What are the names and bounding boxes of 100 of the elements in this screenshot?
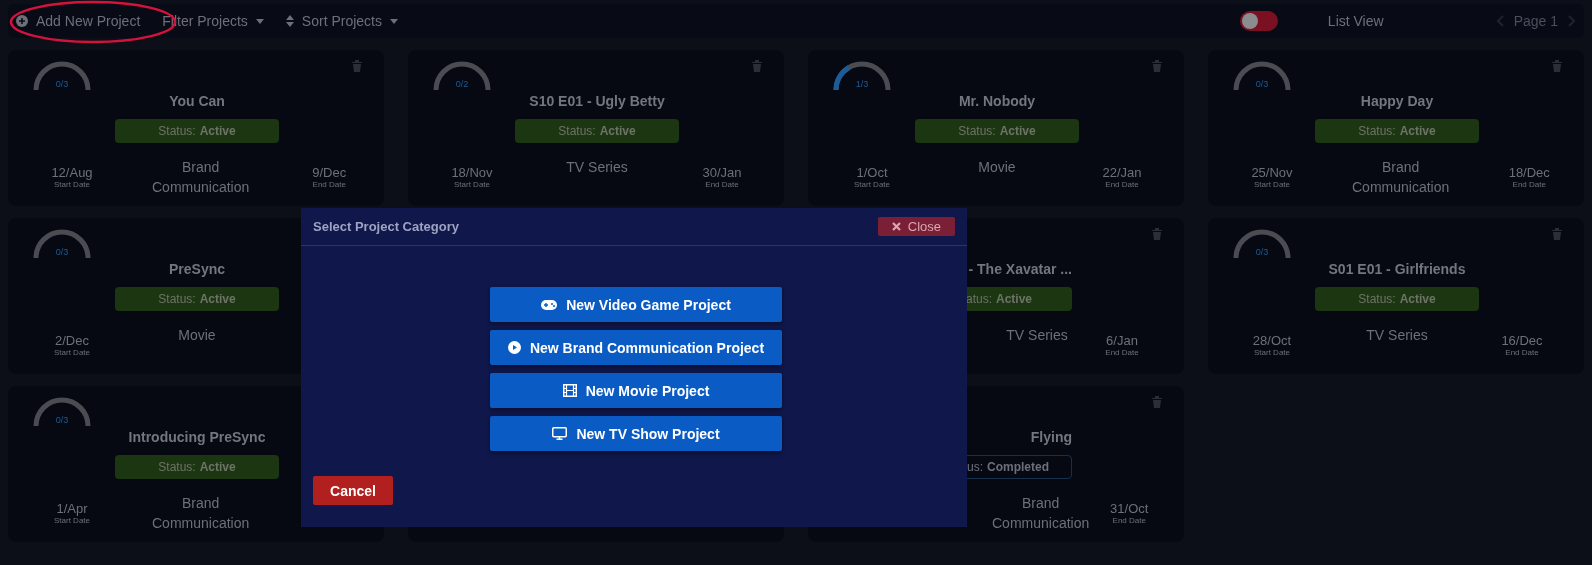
- sort-button[interactable]: Sort Projects: [285, 13, 398, 29]
- sort-icon: [285, 15, 294, 27]
- page-label: Page 1: [1513, 13, 1558, 29]
- status-badge: Status: Active: [115, 287, 279, 311]
- progress-label: 0/3: [54, 79, 70, 89]
- start-date: 25/Nov: [1251, 165, 1293, 180]
- project-category: Brand Communication: [152, 159, 250, 195]
- project-title: Flying: [1030, 429, 1072, 445]
- progress-label: 1/3: [854, 79, 870, 89]
- end-date-label: End Date: [705, 180, 739, 189]
- project-title: - The Xavatar ...: [968, 261, 1072, 277]
- end-date: 31/Oct: [1110, 501, 1149, 516]
- start-date: 18/Nov: [451, 165, 493, 180]
- project-category: Brand Communication: [152, 495, 250, 531]
- start-date-label: Start Date: [54, 348, 90, 357]
- project-category: Movie: [178, 327, 216, 343]
- end-date: 30/Jan: [702, 165, 742, 180]
- project-title: PreSync: [167, 261, 226, 277]
- start-date: 1/Oct: [856, 165, 888, 180]
- progress-label: 0/3: [1254, 79, 1270, 89]
- status-badge: Status: Active: [115, 119, 279, 143]
- status-badge: Status: Active: [1315, 119, 1479, 143]
- start-date: 28/Oct: [1252, 333, 1292, 348]
- project-category: TV Series: [566, 159, 628, 175]
- end-date-label: End Date: [312, 180, 346, 189]
- start-date: 2/Dec: [55, 333, 89, 348]
- trash-icon[interactable]: [1552, 228, 1562, 240]
- category-option-button[interactable]: New Brand Communication Project: [490, 330, 782, 365]
- status-badge: Status: Active: [515, 119, 679, 143]
- project-title: Mr. Nobody: [957, 93, 1037, 109]
- trash-icon[interactable]: [1152, 228, 1162, 240]
- end-date-label: End Date: [1105, 180, 1139, 189]
- start-date-label: Start Date: [54, 516, 90, 525]
- gamepad-icon: [541, 299, 558, 310]
- trash-icon[interactable]: [1552, 60, 1562, 72]
- status-badge: Status: Active: [115, 455, 279, 479]
- project-category: TV Series: [1366, 327, 1428, 343]
- status-badge: Status: Active: [915, 119, 1079, 143]
- caret-icon: [390, 18, 398, 24]
- end-date: 16/Dec: [1501, 333, 1543, 348]
- close-button[interactable]: Close: [877, 217, 955, 236]
- end-date-label: End Date: [1112, 516, 1146, 525]
- progress-label: 0/3: [1254, 247, 1270, 257]
- project-category: TV Series: [1006, 327, 1068, 343]
- progress-label: 0/3: [54, 415, 70, 425]
- end-date: 18/Dec: [1508, 165, 1550, 180]
- project-title: Happy Day: [1359, 93, 1435, 109]
- end-date: 6/Jan: [1106, 333, 1138, 348]
- status-badge: Status: Active: [1315, 287, 1479, 311]
- progress-gauge: [32, 60, 92, 92]
- next-page-icon[interactable]: [1568, 15, 1576, 27]
- progress-gauge: [1232, 60, 1292, 92]
- start-date-label: Start Date: [54, 180, 90, 189]
- monitor-icon: [552, 427, 568, 440]
- project-category: Brand Communication: [992, 495, 1090, 531]
- play-icon: [507, 341, 521, 354]
- project-card[interactable]: 1/3 Mr. Nobody Status: Active 1/Oct Start Date Movie 22/Jan End Date: [808, 50, 1184, 206]
- project-title: S10 E01 - Ugly Betty: [528, 93, 666, 109]
- start-date-label: Start Date: [1254, 348, 1290, 357]
- trash-icon[interactable]: [1152, 60, 1162, 72]
- category-option-button[interactable]: New TV Show Project: [490, 416, 782, 451]
- end-date: 22/Jan: [1102, 165, 1142, 180]
- project-title: You Can: [168, 93, 226, 109]
- progress-gauge: [432, 60, 492, 92]
- end-date-label: End Date: [1512, 180, 1546, 189]
- category-option-button[interactable]: New Movie Project: [490, 373, 782, 408]
- category-option-button[interactable]: New Video Game Project: [490, 287, 782, 322]
- project-card[interactable]: 0/2 S10 E01 - Ugly Betty Status: Active 18/Nov Start Date TV Series 30/Jan End Date: [408, 50, 784, 206]
- progress-gauge: [32, 228, 92, 260]
- trash-icon[interactable]: [752, 60, 762, 72]
- start-date-label: Start Date: [854, 180, 890, 189]
- project-title: S01 E01 - Girlfriends: [1327, 261, 1467, 277]
- cancel-button[interactable]: Cancel: [313, 476, 393, 505]
- project-card[interactable]: 0/3 S01 E01 - Girlfriends Status: Active 28/Oct Start Date TV Series 16/Dec End Date: [1208, 218, 1584, 374]
- project-card[interactable]: 0/3 You Can Status: Active 12/Aug Start Date Brand Communication 9/Dec End Date: [8, 50, 384, 206]
- film-icon: [562, 384, 577, 397]
- progress-gauge: [1232, 228, 1292, 260]
- project-card[interactable]: 0/3 Happy Day Status: Active 25/Nov Start Date Brand Communication 18/Dec End Date: [1208, 50, 1584, 206]
- start-date: 12/Aug: [51, 165, 93, 180]
- previous-page-icon[interactable]: [1495, 15, 1504, 27]
- list-view-toggle[interactable]: [1239, 11, 1278, 31]
- start-date: 1/Apr: [56, 501, 88, 516]
- trash-icon[interactable]: [352, 60, 362, 72]
- project-category: Brand Communication: [1352, 159, 1450, 195]
- end-date-label: End Date: [1105, 348, 1139, 357]
- start-date-label: Start Date: [454, 180, 490, 189]
- progress-gauge: [32, 396, 92, 428]
- progress-label: 0/2: [454, 79, 470, 89]
- progress-label: 0/3: [54, 247, 70, 257]
- list-view-label: List View: [1327, 13, 1384, 29]
- project-title: Introducing PreSync: [127, 429, 267, 445]
- trash-icon[interactable]: [1152, 396, 1162, 408]
- end-date: 9/Dec: [312, 165, 347, 180]
- project-category: Movie: [978, 159, 1016, 175]
- end-date-label: End Date: [1505, 348, 1539, 357]
- start-date-label: Start Date: [1254, 180, 1290, 189]
- caret-icon: [255, 18, 264, 24]
- close-icon: [891, 222, 901, 231]
- progress-gauge: [832, 60, 892, 92]
- plus-circle-icon: [16, 15, 28, 27]
